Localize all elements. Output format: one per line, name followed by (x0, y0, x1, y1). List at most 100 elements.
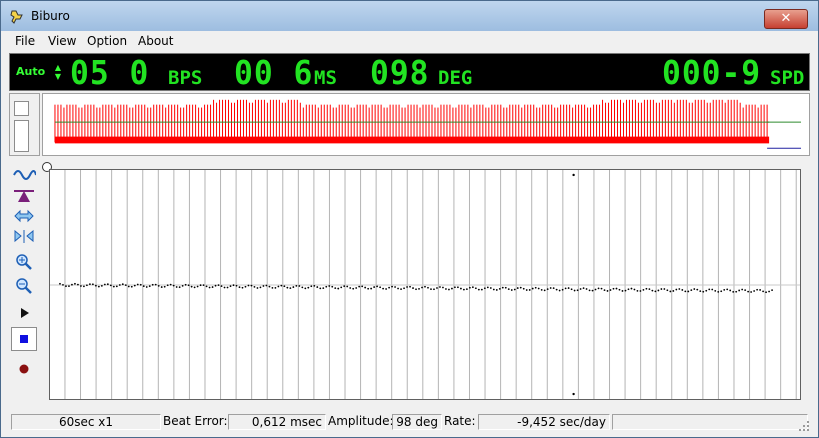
beat-dot (235, 284, 238, 287)
beat-dot (594, 288, 597, 291)
beat-dot (738, 289, 741, 292)
rate-label: Rate: (444, 414, 476, 428)
beat-dot (723, 288, 726, 291)
beat-dot (480, 288, 483, 291)
beat-dot (274, 286, 277, 289)
play-button[interactable] (11, 301, 37, 325)
amplitude-label: Amplitude: (328, 414, 394, 428)
beat-dot (409, 285, 411, 288)
status-bar: 60sec x1 Beat Error: 0,612 msec Amplitud… (9, 412, 810, 432)
beat-dot (298, 285, 301, 287)
timegrapher-plot (49, 169, 801, 400)
beat-dot (627, 288, 630, 291)
resize-grip-icon[interactable] (798, 420, 810, 432)
beat-dot (136, 283, 139, 286)
beat-dot (747, 290, 750, 293)
beat-dot (301, 286, 304, 289)
waveform-trace (54, 99, 770, 144)
beat-dot (471, 286, 474, 289)
beat-dot (151, 283, 154, 286)
beat-dot (304, 287, 307, 290)
beat-dot (94, 284, 97, 287)
beat-dot (241, 286, 244, 289)
beat-dot (145, 286, 148, 288)
beat-dot (621, 290, 624, 292)
beat-balance-button[interactable] (11, 186, 37, 205)
beat-dot (412, 287, 414, 289)
beat-dot (645, 287, 648, 290)
waveform-band (54, 136, 770, 144)
beat-dot (504, 286, 507, 289)
beat-dot (528, 289, 531, 291)
menu-about[interactable]: About (138, 34, 173, 48)
beat-dot (112, 285, 115, 288)
beat-dot (220, 285, 223, 287)
record-button[interactable] (11, 357, 37, 381)
beat-dot (157, 284, 160, 287)
beat-dot (642, 288, 645, 291)
beat-dot (708, 288, 711, 291)
waveform-scale-box[interactable] (14, 120, 29, 152)
beat-dot (531, 287, 534, 290)
beat-dot (415, 288, 417, 291)
beat-dot (322, 287, 325, 290)
beat-dot (325, 285, 328, 288)
beat-dot (172, 284, 175, 287)
beat-dot (669, 290, 672, 293)
beat-dot (193, 286, 196, 289)
beat-dot (690, 289, 693, 292)
waveform-checkbox[interactable] (14, 101, 29, 116)
beat-dot (370, 287, 373, 290)
beat-dot (729, 289, 732, 292)
beat-dot (570, 288, 573, 291)
title-bar[interactable]: Biburo ✕ (1, 1, 818, 31)
beat-dot (280, 284, 283, 287)
beat-dot (334, 287, 337, 290)
beat-dot (564, 287, 567, 290)
menu-file[interactable]: File (15, 34, 35, 48)
close-button[interactable]: ✕ (764, 9, 808, 29)
spin-up-icon[interactable]: ▲ (54, 63, 62, 72)
beat-dot (184, 283, 187, 286)
beat-dot (385, 288, 388, 290)
beat-dot (208, 286, 211, 289)
beat-dot (310, 285, 313, 288)
beat-dot (217, 284, 220, 286)
sine-view-button[interactable] (11, 165, 37, 184)
zoom-in-button[interactable] (11, 251, 37, 270)
beat-dot (427, 286, 429, 289)
beat-dot (313, 284, 316, 287)
rate-value: -9,452 sec/day (478, 414, 610, 430)
beat-dot (403, 287, 405, 290)
beat-dot (277, 285, 280, 288)
deg-readout: 098 (370, 53, 430, 92)
beat-dot (358, 285, 361, 288)
beat-dot (513, 288, 516, 291)
expand-horizontal-button[interactable] (11, 207, 37, 226)
stop-button[interactable] (11, 327, 37, 351)
beat-dot (759, 289, 762, 291)
beat-dot (196, 285, 199, 288)
stop-icon (20, 335, 28, 343)
beat-dot (651, 289, 654, 292)
deg-unit: DEG (438, 67, 473, 89)
spin-down-icon[interactable]: ▼ (54, 72, 62, 81)
compress-horizontal-button[interactable] (11, 227, 37, 246)
beat-dot (681, 289, 684, 291)
beat-trace (59, 282, 773, 294)
beat-dot (223, 286, 226, 289)
menu-view[interactable]: View (48, 34, 76, 48)
menu-option[interactable]: Option (87, 34, 127, 48)
beat-dot (582, 287, 585, 290)
beat-dot (367, 287, 370, 290)
beat-dot (133, 284, 136, 287)
beat-dot (430, 288, 432, 291)
auto-mode-button[interactable]: Auto (16, 65, 45, 78)
beat-dot (603, 289, 606, 292)
beat-dot (331, 285, 334, 288)
beat-dot (62, 284, 64, 286)
beat-dot (343, 285, 346, 288)
zoom-out-button[interactable] (11, 275, 37, 294)
beat-dot (229, 285, 232, 288)
mode-spinner[interactable]: ▲ ▼ (54, 63, 62, 83)
